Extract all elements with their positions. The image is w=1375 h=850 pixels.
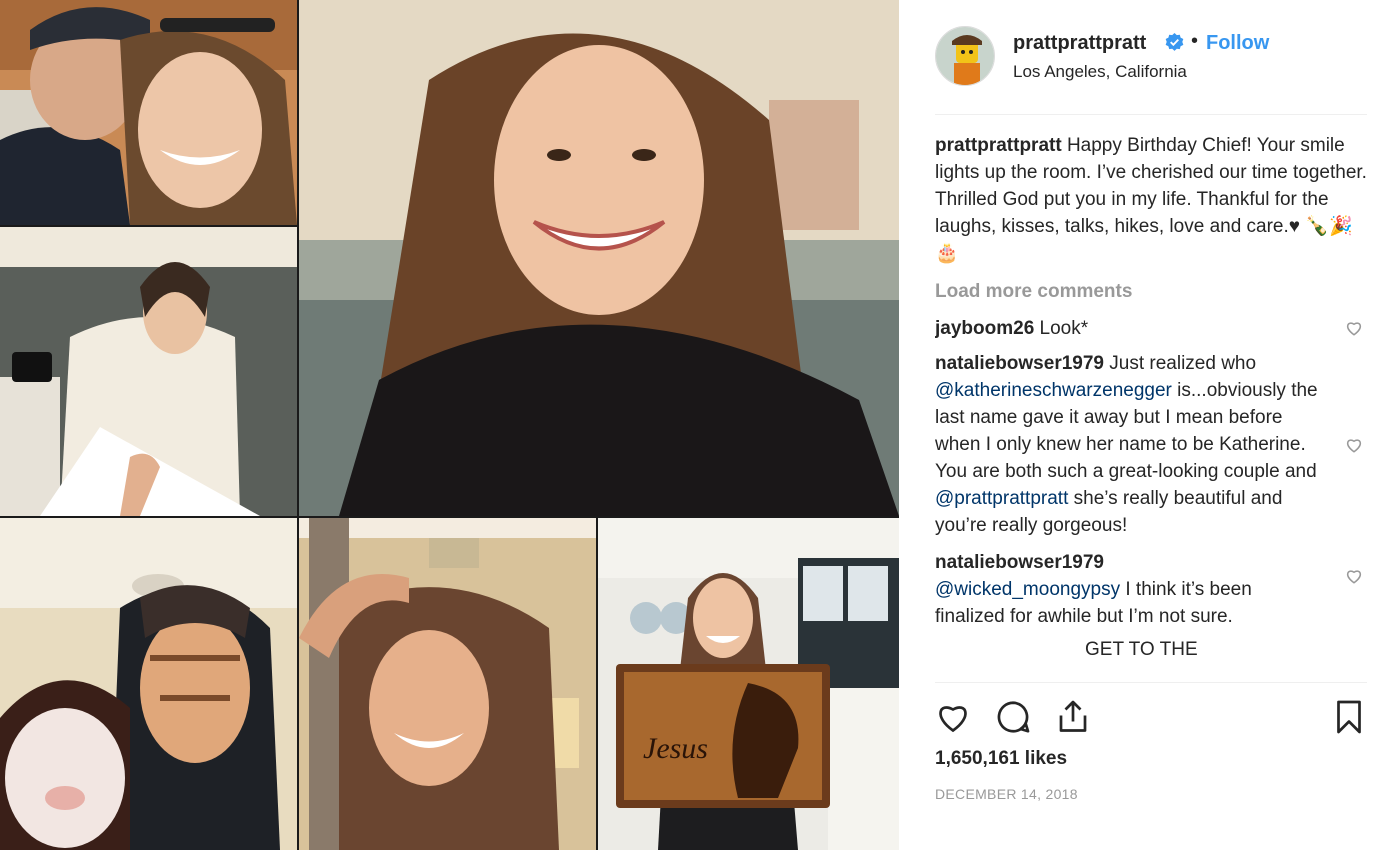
comment-username[interactable]: nataliebowser1979 <box>935 552 1104 573</box>
action-bar <box>935 682 1367 743</box>
likes-count[interactable]: 1,650,161 likes <box>935 748 1067 770</box>
comment-like-heart-icon[interactable] <box>1345 567 1363 585</box>
location-link[interactable]: Los Angeles, California <box>1013 62 1187 82</box>
photo-face-masks <box>0 518 297 850</box>
comment-username[interactable]: jayboom26 <box>935 318 1034 339</box>
comment-text: GET TO THE <box>1085 639 1198 660</box>
comments-list: prattprattpratt Happy Birthday Chief! Yo… <box>935 132 1367 682</box>
comment-item-partial: GET TO THE <box>935 636 1367 663</box>
comment-text: Just realized who <box>1103 353 1257 374</box>
photo-portrait <box>299 0 899 516</box>
post-date: DECEMBER 14, 2018 <box>935 786 1078 802</box>
follow-button[interactable]: Follow <box>1206 32 1269 55</box>
comment-item: nataliebowser1979 Just realized who @kat… <box>935 350 1367 539</box>
comment-mention-link[interactable]: @katherineschwarzenegger <box>935 380 1172 401</box>
comment-username[interactable]: nataliebowser1979 <box>935 353 1104 374</box>
heart-icon[interactable] <box>935 699 971 735</box>
sign-jesus-text: Jesus <box>643 732 708 765</box>
comment-like-heart-icon[interactable] <box>1345 436 1363 454</box>
post-sidebar: prattprattpratt • Follow Los Angeles, Ca… <box>899 0 1375 850</box>
post-photo-collage[interactable]: Jesus <box>0 0 899 850</box>
separator-dot: • <box>1191 30 1199 52</box>
photo-selfie-kiss <box>0 0 297 225</box>
comment-text: Look* <box>1034 318 1089 339</box>
photo-jesus-sign: Jesus <box>598 518 899 850</box>
load-more-comments-button[interactable]: Load more comments <box>935 281 1367 303</box>
photo-hair-touch <box>299 518 596 850</box>
caption-username[interactable]: prattprattpratt <box>935 135 1062 156</box>
verified-badge-icon <box>1165 33 1184 52</box>
avatar[interactable] <box>935 26 995 86</box>
bookmark-icon[interactable] <box>1331 699 1367 735</box>
comment-mention-link[interactable]: @wicked_moongypsy <box>935 579 1120 600</box>
comment-item: jayboom26 Look* <box>935 315 1367 342</box>
post-username[interactable]: prattprattpratt <box>1013 32 1146 55</box>
caption: prattprattpratt Happy Birthday Chief! Yo… <box>935 132 1367 267</box>
comment-mention-link[interactable]: @prattprattpratt <box>935 488 1068 509</box>
comment-icon[interactable] <box>995 699 1031 735</box>
photo-pedicure <box>0 227 297 516</box>
share-icon[interactable] <box>1055 699 1091 735</box>
comment-like-heart-icon[interactable] <box>1345 319 1363 337</box>
comment-item: nataliebowser1979 @wicked_moongypsy I thi… <box>935 549 1367 630</box>
post-header: prattprattpratt • Follow Los Angeles, Ca… <box>935 26 1367 115</box>
